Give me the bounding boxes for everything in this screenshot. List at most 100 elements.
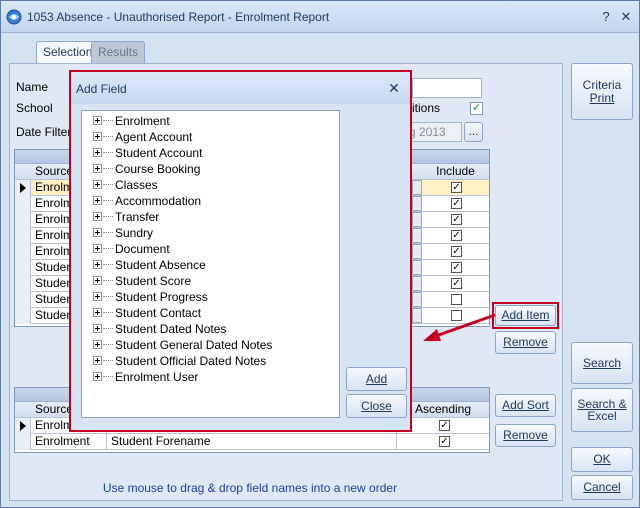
include-checkbox[interactable]: ✓ xyxy=(451,262,462,273)
tree-item-label: Student Score xyxy=(115,274,192,288)
add-item-button[interactable]: Add Item xyxy=(495,305,556,326)
expand-plus-icon[interactable] xyxy=(93,164,102,173)
date-browse-button[interactable]: ... xyxy=(464,122,483,142)
row-selector[interactable] xyxy=(15,276,31,292)
options-checkbox[interactable]: ✓ xyxy=(470,102,483,115)
tree-item[interactable]: Student Official Dated Notes xyxy=(82,353,337,369)
ascending-checkbox[interactable]: ✓ xyxy=(439,436,450,447)
expand-plus-icon[interactable] xyxy=(93,292,102,301)
include-column-header[interactable]: Include xyxy=(422,164,489,180)
field-picker-button[interactable] xyxy=(412,180,422,195)
tree-item[interactable]: Student Account xyxy=(82,145,337,161)
tree-item-label: Student Absence xyxy=(115,258,206,272)
expand-plus-icon[interactable] xyxy=(93,244,102,253)
tree-item[interactable]: Student Dated Notes xyxy=(82,321,337,337)
field-picker-button[interactable] xyxy=(412,196,422,211)
remove-item-button[interactable]: Remove xyxy=(495,331,556,354)
expand-plus-icon[interactable] xyxy=(93,148,102,157)
tree-item[interactable]: Classes xyxy=(82,177,337,193)
tree-item[interactable]: Student Absence xyxy=(82,257,337,273)
remove-sort-button[interactable]: Remove xyxy=(495,424,556,447)
tree-connector xyxy=(103,120,113,121)
include-checkbox[interactable]: ✓ xyxy=(451,278,462,289)
sort-field-cell[interactable]: Student Forename xyxy=(107,434,397,450)
include-cell: ✓ xyxy=(422,212,489,228)
tree-connector xyxy=(103,136,113,137)
expand-plus-icon[interactable] xyxy=(93,116,102,125)
tree-item[interactable]: Document xyxy=(82,241,337,257)
include-checkbox[interactable]: ✓ xyxy=(451,246,462,257)
tree-connector xyxy=(103,184,113,185)
field-picker-button[interactable] xyxy=(412,212,422,227)
tree-item[interactable]: Student Score xyxy=(82,273,337,289)
help-button[interactable]: ? xyxy=(598,9,614,25)
expand-plus-icon[interactable] xyxy=(93,372,102,381)
tree-item-label: Student Contact xyxy=(115,306,202,320)
include-checkbox[interactable]: ✓ xyxy=(451,230,462,241)
tree-connector xyxy=(103,360,113,361)
row-selector[interactable] xyxy=(15,418,31,434)
expand-plus-icon[interactable] xyxy=(93,132,102,141)
row-selector[interactable] xyxy=(15,212,31,228)
dialog-close-icon[interactable]: ✕ xyxy=(387,81,401,95)
ok-button[interactable]: OK xyxy=(571,447,633,472)
criteria-print-button[interactable]: Criteria Print xyxy=(571,63,633,120)
tree-item[interactable]: Enrolment xyxy=(82,113,337,129)
expand-plus-icon[interactable] xyxy=(93,324,102,333)
row-selector[interactable] xyxy=(15,260,31,276)
field-picker-button[interactable] xyxy=(412,228,422,243)
include-checkbox[interactable]: ✓ xyxy=(451,214,462,225)
add-field-dialog: Add Field ✕ Enrolment Agent Account Studen… xyxy=(69,70,412,432)
ascending-checkbox[interactable]: ✓ xyxy=(439,420,450,431)
tab-results[interactable]: Results xyxy=(91,41,146,63)
tree-item[interactable]: Student Progress xyxy=(82,289,337,305)
include-checkbox[interactable]: ✓ xyxy=(451,182,462,193)
include-checkbox[interactable] xyxy=(451,294,462,305)
field-picker-button[interactable] xyxy=(412,244,422,259)
tree-item[interactable]: Student General Dated Notes xyxy=(82,337,337,353)
status-hint: Use mouse to drag & drop field names int… xyxy=(102,481,398,495)
row-selector[interactable] xyxy=(15,196,31,212)
tab-selection[interactable]: Selection xyxy=(36,41,100,63)
dialog-close-button[interactable]: Close xyxy=(346,394,407,418)
tree-item[interactable]: Accommodation xyxy=(82,193,337,209)
field-picker-button[interactable] xyxy=(412,260,422,275)
field-tree: Enrolment Agent Account Student Account Cou… xyxy=(81,110,340,418)
table-row[interactable]: Enrolment Student Forename ✓ xyxy=(15,434,489,450)
dialog-add-button[interactable]: Add xyxy=(346,367,407,391)
row-selector[interactable] xyxy=(15,244,31,260)
row-selector[interactable] xyxy=(15,292,31,308)
name-input[interactable] xyxy=(412,78,482,98)
expand-plus-icon[interactable] xyxy=(93,308,102,317)
cancel-button[interactable]: Cancel xyxy=(571,475,633,500)
row-selector[interactable] xyxy=(15,228,31,244)
tree-item-label: Classes xyxy=(115,178,158,192)
expand-plus-icon[interactable] xyxy=(93,228,102,237)
tree-item[interactable]: Agent Account xyxy=(82,129,337,145)
expand-plus-icon[interactable] xyxy=(93,356,102,365)
row-selector[interactable] xyxy=(15,308,31,324)
search-button[interactable]: Search xyxy=(571,342,633,384)
expand-plus-icon[interactable] xyxy=(93,212,102,221)
tree-item[interactable]: Enrolment User xyxy=(82,369,337,385)
field-picker-button[interactable] xyxy=(412,276,422,291)
row-selector[interactable] xyxy=(15,434,31,450)
window-close-button[interactable]: ✕ xyxy=(618,9,634,25)
tree-item[interactable]: Sundry xyxy=(82,225,337,241)
search-excel-button[interactable]: Search & Excel xyxy=(571,388,633,432)
tree-item[interactable]: Student Contact xyxy=(82,305,337,321)
add-sort-button[interactable]: Add Sort xyxy=(495,394,556,417)
expand-plus-icon[interactable] xyxy=(93,196,102,205)
include-checkbox[interactable]: ✓ xyxy=(451,198,462,209)
tree-item-label: Transfer xyxy=(115,210,160,224)
row-selector[interactable] xyxy=(15,180,31,196)
expand-plus-icon[interactable] xyxy=(93,340,102,349)
tree-item[interactable]: Course Booking xyxy=(82,161,337,177)
tree-connector xyxy=(103,280,113,281)
sort-source-cell[interactable]: Enrolment xyxy=(31,434,107,450)
expand-plus-icon[interactable] xyxy=(93,276,102,285)
expand-plus-icon[interactable] xyxy=(93,260,102,269)
field-picker-button[interactable] xyxy=(412,292,422,307)
expand-plus-icon[interactable] xyxy=(93,180,102,189)
tree-item[interactable]: Transfer xyxy=(82,209,337,225)
